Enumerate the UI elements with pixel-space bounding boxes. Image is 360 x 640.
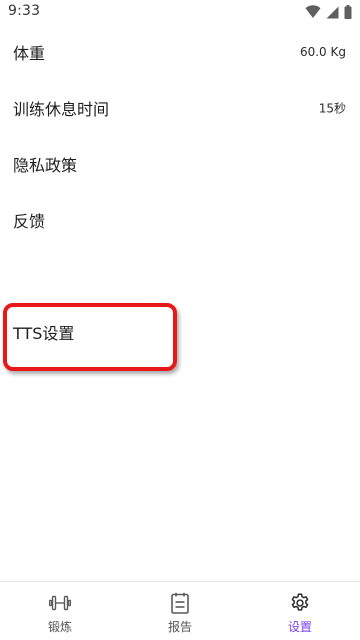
setting-label-privacy-policy: 隐私政策: [13, 156, 78, 175]
battery-icon: [344, 5, 352, 19]
nav-item-report[interactable]: 报告: [120, 582, 240, 640]
setting-row-rest-time[interactable]: 训练休息时间 15秒: [0, 80, 360, 136]
setting-row-feedback[interactable]: 反馈: [0, 192, 360, 248]
status-icons: [305, 4, 352, 20]
signal-icon: [326, 6, 339, 19]
wifi-icon: [305, 5, 321, 19]
nav-label-workout: 锻炼: [47, 620, 72, 634]
setting-value-weight: 60.0 Kg: [299, 45, 346, 59]
status-time: 9:33: [8, 3, 41, 19]
status-bar: 9:33: [0, 0, 360, 24]
setting-label-tts: TTS设置: [13, 324, 75, 343]
nav-item-settings[interactable]: 设置: [240, 582, 360, 640]
setting-value-rest-time: 15秒: [318, 101, 346, 116]
nav-item-workout[interactable]: 锻炼: [0, 582, 120, 640]
nav-label-report: 报告: [167, 620, 192, 634]
clipboard-icon: [168, 591, 192, 615]
setting-row-tts[interactable]: TTS设置: [0, 304, 360, 360]
dumbbell-icon: [48, 591, 72, 615]
gear-icon: [288, 591, 312, 615]
setting-row-weight[interactable]: 体重 60.0 Kg: [0, 24, 360, 80]
nav-label-settings: 设置: [287, 620, 312, 634]
setting-row-privacy-policy[interactable]: 隐私政策: [0, 136, 360, 192]
setting-label-feedback: 反馈: [13, 212, 46, 231]
setting-label-weight: 体重: [13, 44, 46, 63]
bottom-nav: 锻炼 报告 设置: [0, 581, 360, 640]
setting-label-rest-time: 训练休息时间: [13, 100, 110, 119]
